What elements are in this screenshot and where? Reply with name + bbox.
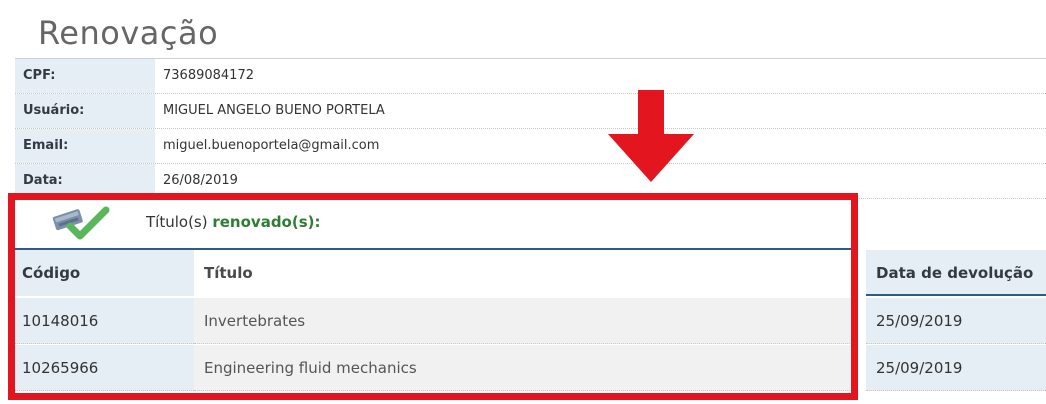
info-value: 26/08/2019 (163, 173, 238, 188)
table-header-row: Código Título Data de devolução (12, 250, 1046, 296)
renewal-check-icon (52, 206, 110, 240)
info-label: Email: (15, 129, 155, 163)
info-row-date: Data: 26/08/2019 (15, 164, 1046, 199)
cell-title: Invertebrates (194, 298, 858, 344)
info-label: CPF: (15, 59, 155, 93)
info-label: Data: (15, 164, 155, 198)
info-row-email: Email: miguel.buenoportela@gmail.com (15, 129, 1046, 164)
column-header-title: Título (194, 250, 858, 296)
info-value: miguel.buenoportela@gmail.com (163, 138, 380, 153)
cell-title: Engineering fluid mechanics (194, 345, 858, 391)
page-title: Renovação (38, 14, 219, 52)
renewal-status-header: Título(s) renovado(s): (12, 196, 858, 250)
renewal-status-text: Título(s) renovado(s): (146, 196, 321, 248)
info-row-cpf: CPF: 73689084172 (15, 59, 1046, 94)
renewal-page: Renovação CPF: 73689084172 Usuário: MIGU… (0, 0, 1046, 404)
cell-return-date: 25/09/2019 (866, 345, 1046, 391)
column-header-return-date: Data de devolução (866, 250, 1046, 296)
info-value: 73689084172 (163, 68, 254, 83)
renewal-status-prefix: Título(s) (146, 213, 213, 231)
user-info-panel: CPF: 73689084172 Usuário: MIGUEL ANGELO … (15, 59, 1046, 199)
renewal-status-emphasis: renovado(s): (212, 213, 321, 231)
info-label: Usuário: (15, 94, 155, 128)
cell-code: 10265966 (12, 345, 194, 391)
info-row-user: Usuário: MIGUEL ANGELO BUENO PORTELA (15, 94, 1046, 129)
cell-return-date: 25/09/2019 (866, 298, 1046, 344)
renewal-results: Título(s) renovado(s): Código Título Dat… (12, 196, 1046, 404)
info-value: MIGUEL ANGELO BUENO PORTELA (163, 103, 385, 118)
column-header-code: Código (12, 250, 194, 296)
cell-code: 10148016 (12, 298, 194, 344)
table-row: 10148016 Invertebrates 25/09/2019 (12, 298, 1046, 344)
table-row: 10265966 Engineering fluid mechanics 25/… (12, 345, 1046, 391)
red-arrow-down-icon (608, 90, 694, 182)
